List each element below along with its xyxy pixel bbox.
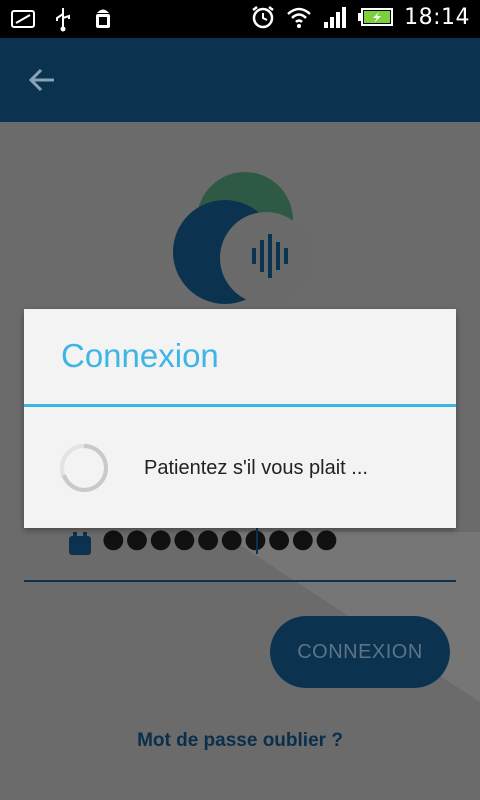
usb-icon — [56, 8, 70, 32]
status-bar: 18:14 — [0, 0, 480, 38]
signal-icon — [324, 7, 347, 28]
login-button[interactable]: CONNEXION — [270, 616, 450, 688]
wifi-icon — [287, 7, 311, 28]
android-debug-icon — [96, 9, 110, 28]
dialog-message: Patientez s'il vous plait ... — [144, 457, 368, 479]
app-bar — [0, 38, 480, 122]
battery-charging-icon — [358, 8, 394, 26]
back-arrow-icon[interactable] — [24, 62, 60, 98]
clock-time: 18:14 — [404, 4, 470, 30]
loading-spinner-icon — [60, 444, 109, 493]
lock-icon — [69, 532, 91, 555]
app-logo — [170, 170, 312, 310]
progress-dialog: Connexion Patientez s'il vous plait ... — [24, 309, 456, 528]
dialog-divider — [24, 404, 456, 407]
password-value: ●●●●●●●●●● — [102, 524, 339, 554]
forgot-password-link[interactable]: Mot de passe oublier ? — [0, 730, 480, 752]
dialog-title: Connexion — [61, 337, 219, 374]
field-underline — [24, 580, 456, 582]
screen-icon — [11, 10, 35, 28]
alarm-icon — [252, 6, 274, 29]
password-field[interactable]: ●●●●●●●●●● — [24, 520, 456, 582]
